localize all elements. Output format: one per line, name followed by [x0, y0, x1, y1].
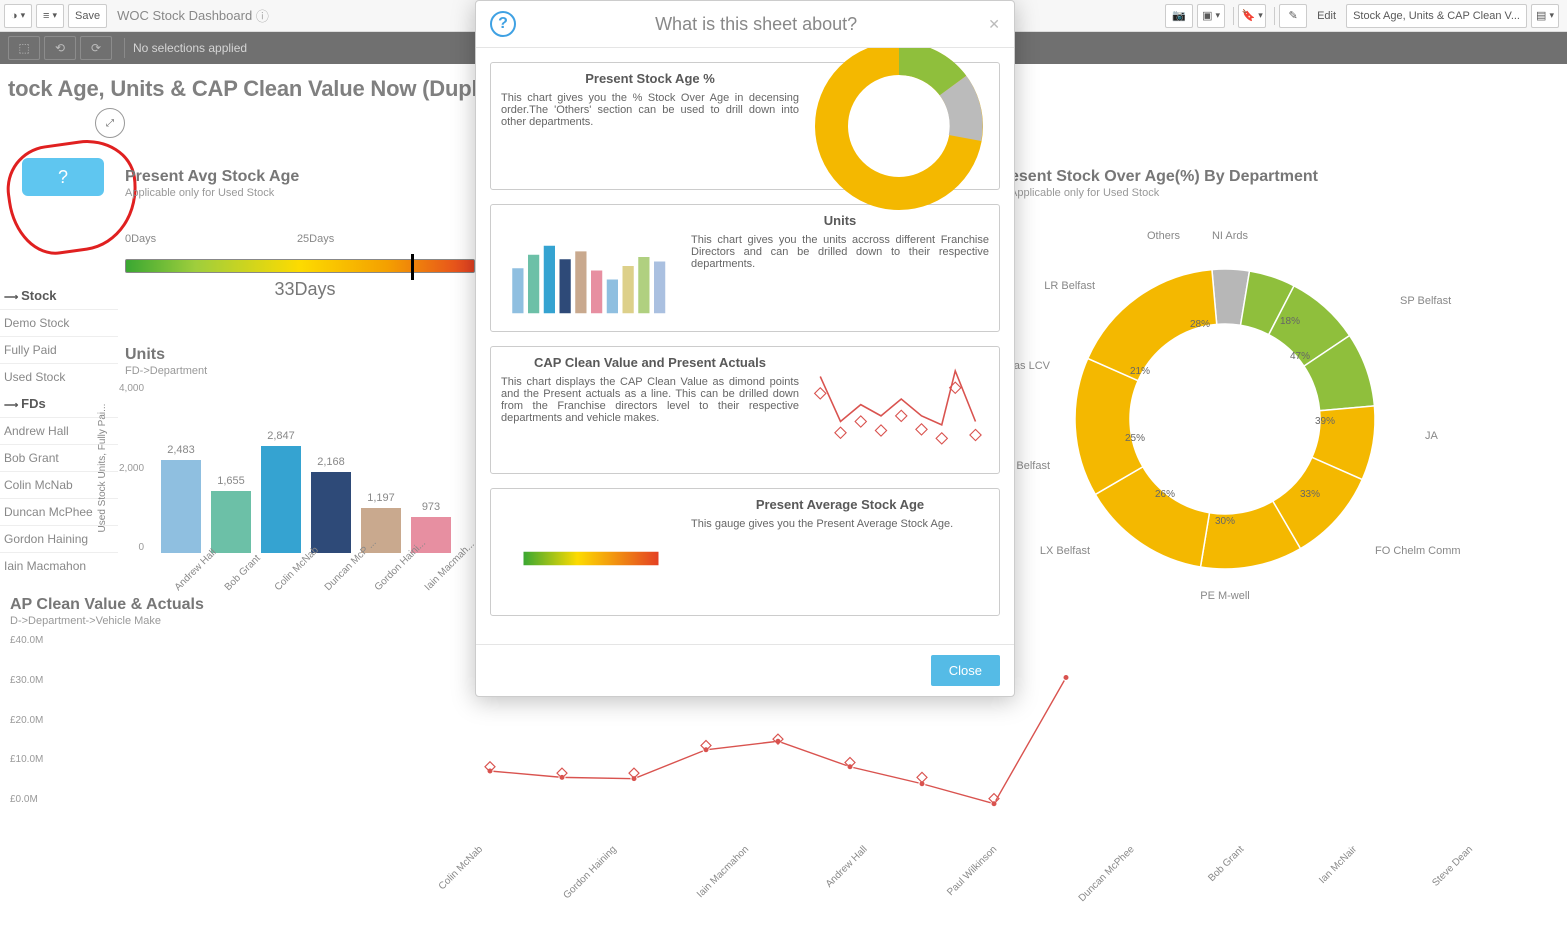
card-title: CAP Clean Value and Present Actuals	[501, 355, 799, 370]
filter-stock-item[interactable]: Demo Stock	[0, 309, 118, 336]
gauge-title: Present Avg Stock Age	[125, 168, 485, 186]
bar-value: 1,655	[211, 475, 251, 487]
expand-icon[interactable]: ⤢	[95, 108, 125, 138]
svg-text:LX Belfast: LX Belfast	[1040, 545, 1090, 557]
gauge-needle	[411, 254, 414, 280]
svg-text:VW Glas LCV: VW Glas LCV	[982, 360, 1051, 372]
app-title: WOC Stock Dashboard ⓘ	[111, 4, 275, 28]
sheet-grid-icon[interactable]: ▤	[1531, 4, 1559, 28]
app-toolbar: ◑ ≡ Save WOC Stock Dashboard ⓘ 📷 ▣ 🔖 ✎ E…	[0, 0, 1567, 32]
bar-value: 2,168	[311, 456, 351, 468]
svg-text:Others: Others	[1147, 230, 1181, 242]
cap-yaxis: £40.0M£30.0M£20.0M£10.0M£0.0M	[10, 635, 43, 805]
units-chart[interactable]: 4,0002,0000 Used Stock Units, Fully Pai.…	[125, 383, 475, 553]
present-icon[interactable]: ▣	[1197, 4, 1225, 28]
info-icon[interactable]: ⓘ	[256, 6, 269, 25]
card-thumb	[501, 213, 681, 323]
edit-button[interactable]: Edit	[1311, 4, 1342, 28]
camera-icon[interactable]: 📷	[1165, 4, 1193, 28]
donut-chart[interactable]: esent Stock Over Age(%) By Department Ap…	[1010, 168, 1440, 588]
gauge-bar	[125, 259, 475, 273]
svg-text:LR Belfast: LR Belfast	[1044, 280, 1095, 292]
card-title: Units	[691, 213, 989, 228]
units-ylabel: Used Stock Units, Fully Pai...	[97, 404, 108, 533]
bar-value: 1,197	[361, 492, 401, 504]
list-dropdown[interactable]: ≡	[36, 4, 64, 28]
cap-title: AP Clean Value & Actuals	[10, 596, 1070, 614]
units-xlabels: Andrew HallBob GrantColin McNabDuncan Mc…	[125, 557, 485, 568]
annotation-circle	[1, 133, 145, 260]
step-fwd-icon[interactable]: ⟳	[80, 36, 112, 60]
svg-text:21%: 21%	[1130, 366, 1150, 377]
svg-text:18%: 18%	[1280, 316, 1300, 327]
units-yaxis: 4,0002,0000	[119, 383, 144, 553]
back-dropdown[interactable]: ◑	[4, 4, 32, 28]
card-text: This chart gives you the units accross d…	[691, 234, 989, 270]
donut-title: esent Stock Over Age(%) By Department	[1010, 168, 1440, 186]
svg-text:47%: 47%	[1290, 351, 1310, 362]
selection-bar: ⬚ ⟲ ⟳ No selections applied	[0, 32, 1567, 64]
card-thumb	[501, 497, 681, 607]
units-title: Units	[125, 346, 485, 364]
filter-stock-item[interactable]: Used Stock	[0, 363, 118, 390]
svg-text:26%: 26%	[1155, 489, 1175, 500]
cap-subtitle: D->Department->Vehicle Make	[10, 615, 1070, 627]
step-back-icon[interactable]: ⟲	[44, 36, 76, 60]
svg-text:PE Belfast: PE Belfast	[999, 460, 1050, 472]
bar[interactable]: 1,655	[211, 491, 251, 553]
filter-header-stock[interactable]: Stock	[0, 282, 118, 309]
bookmark-icon[interactable]: 🔖	[1238, 4, 1266, 28]
selection-text: No selections applied	[133, 41, 247, 55]
bar-value: 2,847	[261, 430, 301, 442]
sheet-dropdown[interactable]: Stock Age, Units & CAP Clean V...	[1346, 4, 1527, 28]
card-title: Present Average Stock Age	[691, 497, 989, 512]
gauge-min: 0Days	[125, 233, 156, 245]
svg-text:33%: 33%	[1300, 489, 1320, 500]
svg-text:25%: 25%	[1125, 433, 1145, 444]
about-card: Units This chart gives you the units accr…	[490, 204, 1000, 332]
donut-subtitle: Applicable only for Used Stock	[1010, 187, 1440, 199]
svg-text:FO Chelm Comm: FO Chelm Comm	[1375, 545, 1461, 557]
svg-text:NI Ards: NI Ards	[1212, 230, 1249, 242]
bar[interactable]: 2,168	[311, 472, 351, 553]
cap-xlabels: Colin McNabGordon HainingIain MacmahonAn…	[420, 844, 1467, 855]
units-subtitle: FD->Department	[125, 365, 485, 377]
gauge-mid: 25Days	[297, 233, 334, 245]
bar[interactable]: 2,483	[161, 460, 201, 553]
card-thumb	[809, 355, 989, 465]
save-button[interactable]: Save	[68, 4, 107, 28]
svg-text:JA: JA	[1425, 430, 1439, 442]
filter-fd-item[interactable]: Iain Macmahon	[0, 552, 118, 579]
cap-chart[interactable]: £40.0M£30.0M£20.0M£10.0M£0.0M Colin McNa…	[10, 635, 1060, 825]
svg-text:30%: 30%	[1215, 516, 1235, 527]
card-text: This chart displays the CAP Clean Value …	[501, 376, 799, 424]
about-card: CAP Clean Value and Present Actuals This …	[490, 346, 1000, 474]
svg-text:28%: 28%	[1190, 319, 1210, 330]
svg-text:39%: 39%	[1315, 416, 1335, 427]
filter-stock-item[interactable]: Fully Paid	[0, 336, 118, 363]
bar-value: 2,483	[161, 444, 201, 456]
lasso-icon[interactable]: ⬚	[8, 36, 40, 60]
gauge-value: 33Days	[125, 279, 485, 300]
bar-value: 973	[411, 501, 451, 513]
gauge-subtitle: Applicable only for Used Stock	[125, 187, 485, 199]
bar[interactable]: 2,847	[261, 446, 301, 553]
pencil-icon[interactable]: ✎	[1279, 4, 1307, 28]
card-text: This gauge gives you the Present Average…	[691, 518, 989, 530]
svg-text:SP Belfast: SP Belfast	[1400, 295, 1451, 307]
svg-text:PE M-well: PE M-well	[1200, 590, 1250, 602]
page-title: tock Age, Units & CAP Clean Value Now (D…	[0, 64, 1567, 106]
